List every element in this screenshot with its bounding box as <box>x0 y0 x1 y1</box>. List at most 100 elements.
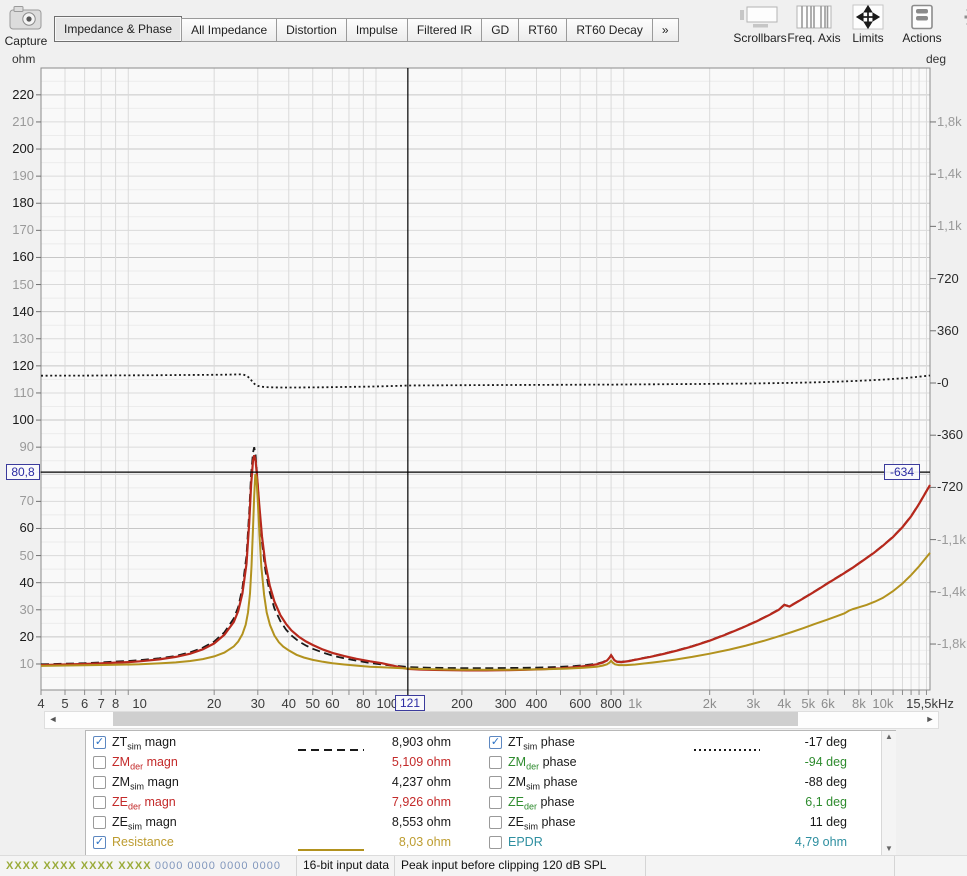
legend-cursor-value: 7,926 ohm <box>326 795 451 809</box>
unchecked-checkbox[interactable] <box>489 796 502 809</box>
legend-row-phase-5: EPDR 4,79 ohm <box>482 833 862 853</box>
x-axis-tick-label: 800 <box>600 696 622 711</box>
legend-row-phase-3: ZEder phase 6,1 deg <box>482 793 862 813</box>
x-axis-tick-label: 60 <box>325 696 339 711</box>
unchecked-checkbox[interactable] <box>489 756 502 769</box>
legend-cursor-value: 4,79 ohm <box>722 835 847 849</box>
x-axis-tick-label: 80 <box>356 696 370 711</box>
legend-series-label: ZEder magn <box>112 795 176 812</box>
left-axis-tick-label: 40 <box>0 575 34 590</box>
x-axis-tick-label: 300 <box>495 696 517 711</box>
x-axis-tick-label: 50 <box>306 696 320 711</box>
right-axis-tick-label: 1,8k <box>937 114 962 129</box>
x-axis-tick-label: 2k <box>703 696 717 711</box>
x-axis-tick-label: 5 <box>61 696 68 711</box>
legend-cursor-value: 11 deg <box>722 815 847 829</box>
legend-series-label: ZEsim magn <box>112 815 177 832</box>
horizontal-scrollbar[interactable]: ◄ ► <box>44 711 939 729</box>
right-axis-tick-label: 1,1k <box>937 218 962 233</box>
legend-scroll-down-icon[interactable]: ▼ <box>882 843 896 855</box>
legend-series-label: ZMder magn <box>112 755 178 772</box>
left-axis-tick-label: 70 <box>0 493 34 508</box>
legend-cursor-value: 5,109 ohm <box>326 755 451 769</box>
x-axis-tick-label: 400 <box>526 696 548 711</box>
right-axis-tick-label: -360 <box>937 427 963 442</box>
right-axis-tick-label: -1,8k <box>937 636 966 651</box>
cursor-freq-readout: 121 <box>395 695 425 711</box>
x-axis-tick-label: 30 <box>251 696 265 711</box>
unchecked-checkbox[interactable] <box>93 796 106 809</box>
legend-cursor-value: -17 deg <box>722 735 847 749</box>
unchecked-checkbox[interactable] <box>489 836 502 849</box>
legend-series-label: ZMsim phase <box>508 775 578 792</box>
right-axis-tick-label: -1,4k <box>937 584 966 599</box>
legend-series-label: ZMder phase <box>508 755 577 772</box>
input-format-status: 16-bit input data <box>296 856 394 876</box>
checked-checkbox[interactable]: ✓ <box>93 736 106 749</box>
bit-meter-active-bits: XXXX XXXX XXXX XXXX <box>6 860 152 872</box>
scroll-right-arrow-icon[interactable]: ► <box>923 712 937 726</box>
legend-cursor-value: 8,553 ohm <box>326 815 451 829</box>
legend-series-label: EPDR <box>508 835 543 849</box>
right-axis-tick-label: 1,4k <box>937 166 962 181</box>
legend-row-magn-4: ZEsim magn 8,553 ohm <box>86 813 466 833</box>
legend-cursor-value: 6,1 deg <box>722 795 847 809</box>
limp-impedance-window: Capture Impedance & PhaseAll ImpedanceDi… <box>0 0 967 869</box>
left-axis-tick-label: 10 <box>0 656 34 671</box>
legend-cursor-value: 8,03 ohm <box>326 835 451 849</box>
left-axis-tick-label: 130 <box>0 331 34 346</box>
legend-row-phase-4: ZEsim phase11 deg <box>482 813 862 833</box>
left-axis-tick-label: 120 <box>0 358 34 373</box>
horizontal-scrollbar-thumb[interactable] <box>113 712 798 726</box>
x-axis-tick-label: 200 <box>451 696 473 711</box>
legend-series-label: Resistance <box>112 835 174 849</box>
left-axis-tick-label: 90 <box>0 439 34 454</box>
legend-scroll-up-icon[interactable]: ▲ <box>882 731 896 743</box>
x-axis-tick-label: 4 <box>37 696 44 711</box>
left-axis-tick-label: 220 <box>0 87 34 102</box>
legend-panel: ✓ZTsim magn8,903 ohmZMder magn5,109 ohmZ… <box>85 730 896 856</box>
scroll-left-arrow-icon[interactable]: ◄ <box>46 712 60 726</box>
x-axis-tick-label: 4k <box>777 696 791 711</box>
left-axis-tick-label: 30 <box>0 602 34 617</box>
x-axis-tick-label: 600 <box>569 696 591 711</box>
legend-row-phase-2: ZMsim phase-88 deg <box>482 773 862 793</box>
x-axis-tick-label: 10 <box>132 696 146 711</box>
checked-checkbox[interactable]: ✓ <box>489 736 502 749</box>
right-axis-tick-label: -1,1k <box>937 532 966 547</box>
x-axis-tick-label: 15,5kHz <box>906 696 954 711</box>
left-axis-tick-label: 160 <box>0 249 34 264</box>
unchecked-checkbox[interactable] <box>489 816 502 829</box>
unchecked-checkbox[interactable] <box>93 816 106 829</box>
unchecked-checkbox[interactable] <box>489 776 502 789</box>
x-axis-tick-label: 1k <box>628 696 642 711</box>
right-axis-tick-label: 720 <box>937 271 959 286</box>
impedance-chart-canvas[interactable] <box>0 0 967 712</box>
unchecked-checkbox[interactable] <box>93 756 106 769</box>
status-bar: XXXX XXXX XXXX XXXX 0000 0000 0000 0000 … <box>0 855 967 876</box>
status-empty-segment <box>894 856 967 876</box>
checked-checkbox[interactable]: ✓ <box>93 836 106 849</box>
legend-row-magn-1: ZMder magn 5,109 ohm <box>86 753 466 773</box>
right-axis-tick-label: -720 <box>937 479 963 494</box>
x-axis-tick-label: 6k <box>821 696 835 711</box>
cursor-deg-readout: -634 <box>884 464 920 480</box>
bit-meter-zero-bits: 0000 0000 0000 0000 <box>155 860 281 872</box>
left-axis-tick-label: 140 <box>0 304 34 319</box>
bit-meter: XXXX XXXX XXXX XXXX 0000 0000 0000 0000 <box>0 856 296 876</box>
legend-cursor-value: -94 deg <box>722 755 847 769</box>
unchecked-checkbox[interactable] <box>93 776 106 789</box>
left-axis-tick-label: 170 <box>0 222 34 237</box>
legend-series-label: ZTsim magn <box>112 735 176 752</box>
left-axis-tick-label: 180 <box>0 195 34 210</box>
left-axis-tick-label: 150 <box>0 277 34 292</box>
left-axis-tick-label: 100 <box>0 412 34 427</box>
cursor-ohm-readout: 80,8 <box>6 464 40 480</box>
x-axis-tick-label: 20 <box>207 696 221 711</box>
legend-vertical-scrollbar[interactable]: ▲ ▼ <box>881 731 896 855</box>
legend-series-label: ZMsim magn <box>112 775 179 792</box>
left-axis-tick-label: 190 <box>0 168 34 183</box>
right-axis-tick-label: 360 <box>937 323 959 338</box>
legend-row-magn-0: ✓ZTsim magn8,903 ohm <box>86 733 466 753</box>
legend-series-label: ZEder phase <box>508 795 575 812</box>
